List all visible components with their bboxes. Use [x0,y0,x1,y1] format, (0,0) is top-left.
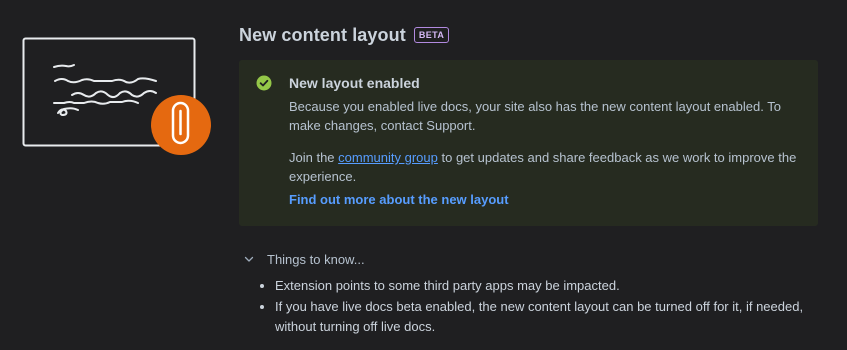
things-to-know-list: Extension points to some third party app… [241,276,821,337]
things-to-know-label: Things to know... [267,251,365,267]
header: New content layout BETA [239,22,819,48]
beta-badge: BETA [413,27,450,43]
panel-community-text: Join the community group to get updates … [289,148,802,186]
community-text-before: Join the [289,150,339,165]
page: New content layout BETA New layout enabl… [0,0,847,350]
panel-title: New layout enabled [289,75,420,91]
things-to-know-section: Things to know... Extension points to so… [241,250,821,338]
success-panel: New layout enabled Because you enabled l… [239,60,818,226]
page-title: New content layout [239,24,406,45]
list-item: Extension points to some third party app… [275,276,821,296]
document-illustration-icon [22,37,211,155]
main-content: New content layout BETA New layout enabl… [239,22,819,226]
panel-message: Because you enabled live docs, your site… [289,99,781,133]
chevron-down-icon [244,256,254,262]
find-out-more-link[interactable]: Find out more about the new layout [289,191,802,209]
list-item: If you have live docs beta enabled, the … [275,297,821,337]
community-group-link[interactable]: community group [338,150,438,165]
check-circle-icon [256,75,272,91]
things-to-know-toggle[interactable]: Things to know... [241,250,821,268]
